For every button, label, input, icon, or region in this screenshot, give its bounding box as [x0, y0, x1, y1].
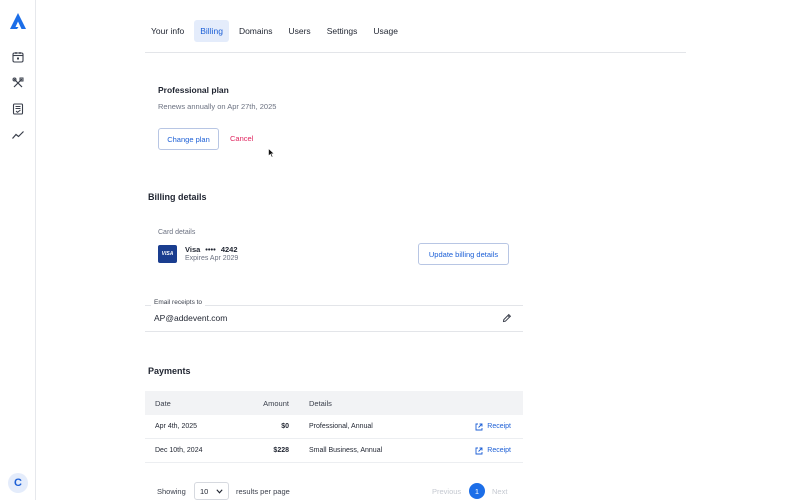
card-brand: Visa	[185, 245, 201, 254]
page-size-select[interactable]: 10	[194, 482, 229, 500]
plan-title: Professional plan	[158, 85, 229, 95]
card-last4: 4242	[220, 245, 238, 254]
tab-usage[interactable]: Usage	[367, 20, 404, 42]
tab-settings[interactable]: Settings	[321, 20, 364, 42]
tab-domains[interactable]: Domains	[233, 20, 279, 42]
payment-date: Dec 10th, 2024	[155, 447, 203, 454]
per-page-label: results per page	[236, 487, 290, 496]
change-plan-button[interactable]: Change plan	[158, 128, 219, 150]
payment-details: Small Business, Annual	[309, 447, 383, 454]
card-expiry: Expires Apr 2029	[185, 255, 239, 262]
email-receipts-label: Email receipts to	[151, 299, 206, 306]
receipt-label: Receipt	[487, 423, 511, 430]
calendar-icon[interactable]	[10, 49, 26, 65]
receipt-link[interactable]: Receipt	[439, 423, 523, 431]
receipt-link[interactable]: Receipt	[439, 447, 523, 455]
checklist-icon[interactable]	[10, 101, 26, 117]
showing-label: Showing	[157, 487, 186, 496]
column-date: Date	[155, 398, 171, 408]
card-details-label: Card details	[158, 229, 196, 236]
table-row: Apr 4th, 2025 $0 Professional, Annual Re…	[145, 415, 523, 439]
cancel-plan-link[interactable]: Cancel	[230, 134, 253, 143]
pencil-icon[interactable]	[502, 313, 512, 323]
payment-amount: $228	[273, 447, 289, 454]
payments-title: Payments	[148, 366, 191, 376]
update-billing-details-button[interactable]: Update billing details	[418, 243, 509, 265]
external-link-icon	[475, 447, 483, 454]
sidebar: C	[0, 0, 36, 500]
payment-amount: $0	[281, 423, 289, 430]
tab-users[interactable]: Users	[282, 20, 316, 42]
page-size-value: 10	[200, 486, 209, 496]
next-page-button[interactable]: Next	[492, 487, 507, 496]
previous-page-button[interactable]: Previous	[432, 487, 461, 496]
card-summary: Visa •••• 4242	[185, 245, 238, 254]
receipt-label: Receipt	[487, 447, 511, 454]
payment-date: Apr 4th, 2025	[155, 423, 198, 430]
card-mask: ••••	[205, 245, 216, 254]
payments-table: Date Amount Details Apr 4th, 2025 $0 Pro…	[145, 391, 523, 463]
addevent-logo-icon[interactable]	[9, 12, 27, 30]
external-link-icon	[475, 423, 483, 430]
avatar[interactable]: C	[8, 473, 28, 493]
tabs-divider	[145, 52, 686, 53]
mouse-cursor-icon	[268, 148, 275, 158]
billing-details-title: Billing details	[148, 192, 207, 202]
visa-card-icon: VISA	[158, 245, 177, 263]
settings-tabs: Your info Billing Domains Users Settings…	[145, 20, 404, 42]
column-amount: Amount	[263, 398, 289, 408]
analytics-icon[interactable]	[10, 127, 26, 143]
column-details: Details	[309, 398, 332, 408]
payment-details: Professional, Annual	[309, 423, 373, 430]
tab-your-info[interactable]: Your info	[145, 20, 190, 42]
tab-billing[interactable]: Billing	[194, 20, 229, 42]
table-header: Date Amount Details	[145, 391, 523, 415]
chevron-down-icon	[216, 488, 223, 494]
plan-renewal-text: Renews annually on Apr 27th, 2025	[158, 102, 277, 111]
tools-icon[interactable]	[10, 75, 26, 91]
table-row: Dec 10th, 2024 $228 Small Business, Annu…	[145, 439, 523, 463]
page-number-current[interactable]: 1	[469, 483, 485, 499]
email-receipts-value: AP@addevent.com	[154, 313, 228, 323]
